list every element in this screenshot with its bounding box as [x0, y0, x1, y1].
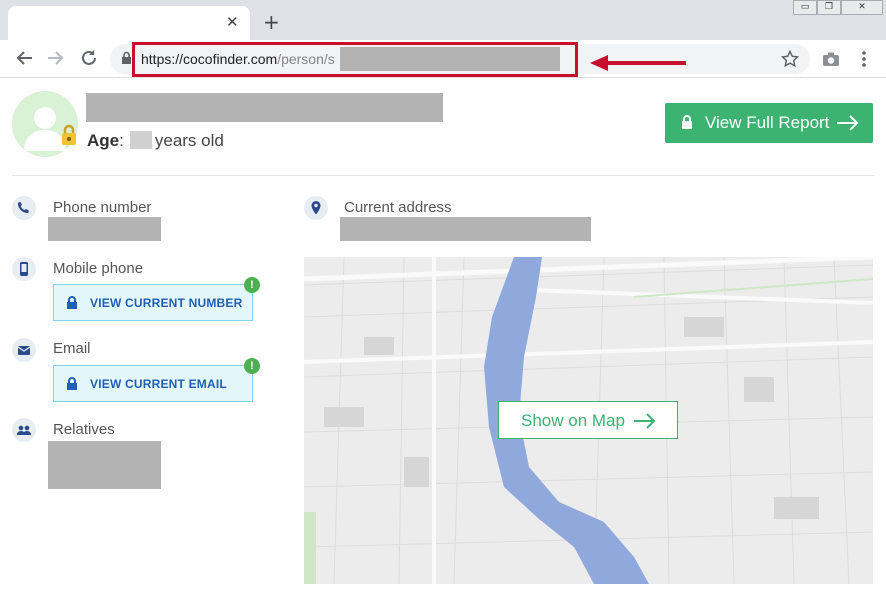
name-redaction — [86, 93, 443, 122]
mobile-phone-icon — [12, 257, 36, 281]
new-tab-icon[interactable]: + — [263, 10, 280, 34]
relatives-redaction — [48, 441, 161, 489]
email-icon — [12, 338, 36, 362]
lock-icon — [682, 115, 692, 129]
camera-icon[interactable] — [822, 51, 840, 67]
forward-icon[interactable] — [46, 49, 66, 67]
secure-lock-icon — [122, 51, 131, 64]
view-current-email-button[interactable]: VIEW CURRENT EMAIL — [53, 365, 253, 402]
browser-tab[interactable] — [8, 6, 250, 40]
view-current-number-button[interactable]: VIEW CURRENT NUMBER — [53, 284, 253, 321]
back-icon[interactable] — [14, 49, 34, 67]
age-redaction — [129, 131, 152, 149]
arrow-right-icon — [837, 115, 859, 131]
url-highlight-box — [132, 42, 578, 77]
mobile-phone-label: Mobile phone — [53, 260, 144, 277]
close-window-icon[interactable]: ✕ — [841, 0, 883, 15]
lock-icon — [67, 377, 77, 390]
close-tab-icon[interactable]: ✕ — [226, 13, 239, 31]
phone-icon — [12, 196, 36, 220]
bookmark-star-icon[interactable] — [781, 50, 799, 68]
menu-dots-icon[interactable] — [859, 50, 869, 68]
phone-number-label: Phone number — [53, 199, 152, 216]
location-pin-icon — [304, 196, 328, 220]
show-on-map-button[interactable]: Show on Map — [498, 401, 678, 439]
age-line: Age: years old — [87, 131, 224, 150]
relatives-label: Relatives — [53, 421, 115, 438]
view-full-report-button[interactable]: View Full Report — [665, 103, 873, 143]
alert-badge-icon: ! — [244, 277, 260, 293]
restore-icon[interactable]: ❐ — [817, 0, 841, 15]
relatives-icon — [12, 418, 36, 442]
lock-icon — [62, 124, 76, 145]
section-divider — [12, 175, 874, 176]
arrow-right-icon — [634, 413, 656, 429]
reload-icon[interactable] — [79, 48, 99, 68]
current-address-label: Current address — [344, 199, 452, 216]
minimize-icon[interactable]: ▭ — [793, 0, 817, 15]
address-redaction — [340, 217, 591, 241]
alert-badge-icon: ! — [244, 358, 260, 374]
phone-number-redaction — [48, 217, 161, 241]
annotation-arrow-icon — [590, 55, 686, 71]
lock-icon — [67, 296, 77, 309]
email-label: Email — [53, 340, 91, 357]
